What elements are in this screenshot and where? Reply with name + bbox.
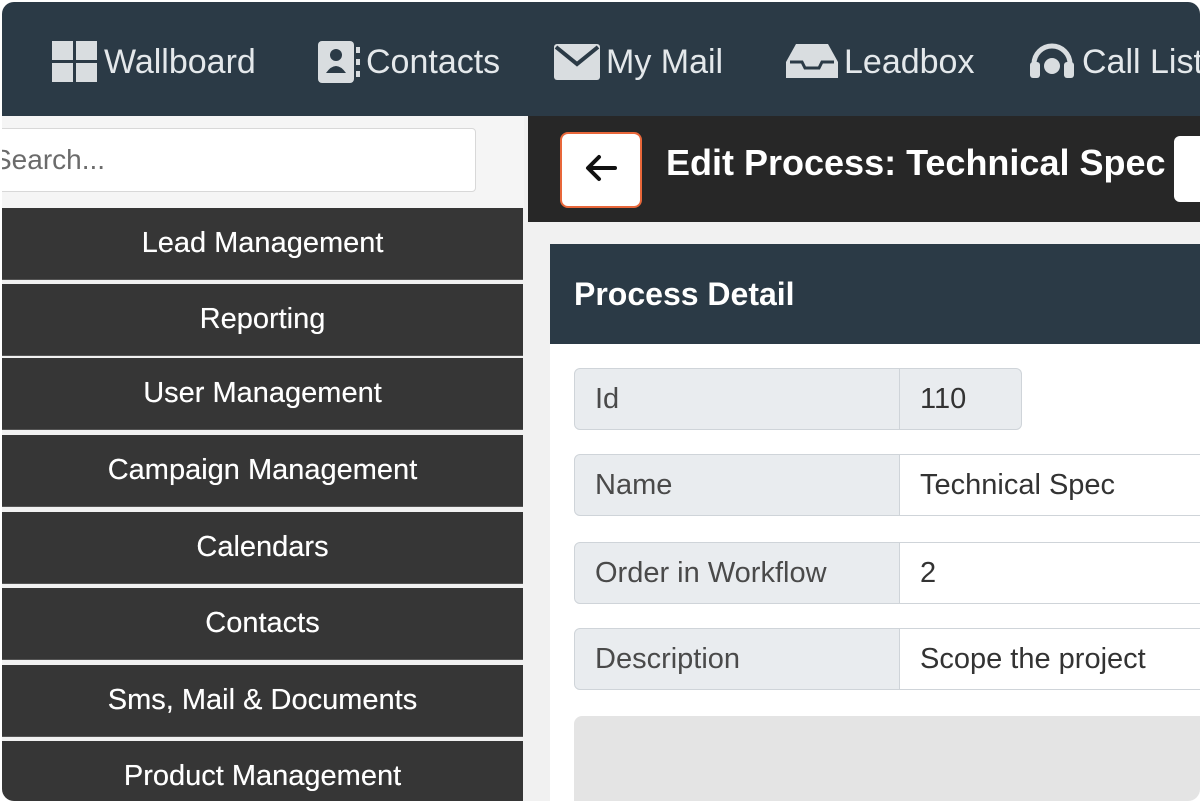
dashboard-grid-icon — [52, 41, 98, 83]
sidebar-item-label: User Management — [143, 377, 382, 409]
name-input[interactable]: Technical Spec — [900, 454, 1200, 516]
nav-label: My Mail — [606, 42, 724, 81]
nav-label: Leadbox — [844, 42, 975, 81]
field-label: Order in Workflow — [574, 542, 900, 604]
page-header: Edit Process: Technical Spec — [528, 116, 1200, 222]
search-input[interactable] — [2, 128, 476, 192]
nav-leadbox[interactable]: Leadbox — [786, 36, 974, 88]
nav-wallboard[interactable]: Wallboard — [52, 36, 256, 88]
field-name: Name Technical Spec — [574, 454, 1200, 516]
arrow-left-icon — [585, 154, 617, 187]
sidebar-item-user-management[interactable]: User Management — [2, 358, 523, 430]
envelope-icon — [554, 44, 600, 80]
nav-my-mail[interactable]: My Mail — [554, 36, 723, 88]
process-detail-panel: Process Detail Id 110 Name Technical Spe… — [550, 244, 1200, 801]
sidebar-item-label: Calendars — [196, 531, 329, 563]
nav-label: Contacts — [366, 42, 501, 81]
sidebar-item-product-management[interactable]: Product Management — [2, 741, 523, 801]
id-value: 110 — [900, 368, 1022, 430]
content-placeholder-box — [574, 716, 1200, 801]
panel-title: Process Detail — [550, 244, 1200, 344]
field-id: Id 110 — [574, 368, 1022, 430]
field-label: Description — [574, 628, 900, 690]
sidebar-item-label: Campaign Management — [107, 454, 418, 486]
nav-label: Wallboard — [104, 42, 256, 81]
back-button[interactable] — [560, 132, 642, 208]
nav-call-list[interactable]: Call List — [1028, 36, 1200, 88]
page-title: Edit Process: Technical Spec — [666, 142, 1166, 183]
main-content: Edit Process: Technical Spec Process Det… — [528, 116, 1200, 801]
sidebar-item-label: Product Management — [123, 760, 402, 792]
field-order-in-workflow: Order in Workflow 2 — [574, 542, 1200, 604]
header-action-button[interactable] — [1174, 136, 1200, 202]
order-input[interactable]: 2 — [900, 542, 1200, 604]
top-navigation: Wallboard Contacts My Mail Leadbox Call … — [2, 2, 1200, 116]
app-window: Wallboard Contacts My Mail Leadbox Call … — [2, 2, 1200, 801]
sidebar-item-label: Contacts — [205, 607, 320, 639]
sidebar-item-campaign-management[interactable]: Campaign Management — [2, 435, 523, 507]
sidebar-item-contacts[interactable]: Contacts — [2, 588, 523, 660]
field-label: Id — [574, 368, 900, 430]
sidebar-item-label: Lead Management — [141, 227, 384, 259]
inbox-tray-icon — [786, 44, 838, 80]
nav-contacts[interactable]: Contacts — [318, 36, 500, 88]
field-label: Name — [574, 454, 900, 516]
sidebar-item-sms-mail-documents[interactable]: Sms, Mail & Documents — [2, 665, 523, 737]
headset-icon — [1028, 40, 1076, 84]
nav-label: Call List — [1082, 42, 1200, 81]
sidebar-search-area — [2, 116, 524, 208]
sidebar-item-lead-management[interactable]: Lead Management — [2, 208, 523, 280]
contact-card-icon — [318, 41, 360, 83]
sidebar-item-reporting[interactable]: Reporting — [2, 284, 523, 356]
field-description: Description Scope the project — [574, 628, 1200, 690]
description-input[interactable]: Scope the project — [900, 628, 1200, 690]
sidebar-item-label: Reporting — [199, 303, 326, 335]
sidebar-item-calendars[interactable]: Calendars — [2, 512, 523, 584]
sidebar-item-label: Sms, Mail & Documents — [107, 684, 418, 716]
